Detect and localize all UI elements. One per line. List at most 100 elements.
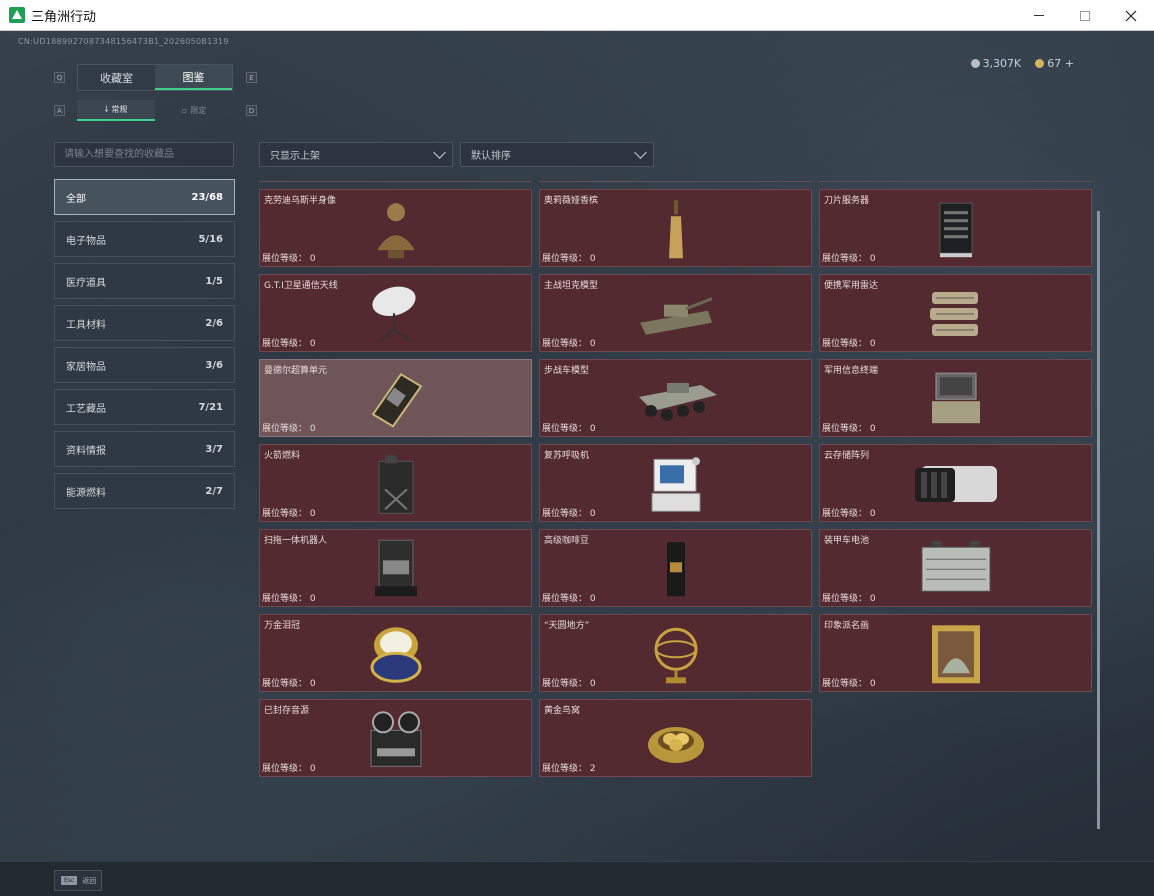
category-item[interactable]: 家居物品 3/6 [54, 347, 235, 383]
radar-icon [926, 286, 986, 346]
key-hint-sub-right: D [246, 105, 257, 116]
subtab-regular[interactable]: ⸸ 常规 [77, 100, 155, 121]
shelf-filter-dropdown[interactable]: 只显示上架 [259, 142, 453, 167]
tab-codex[interactable]: 图鉴 [155, 65, 232, 90]
item-name: 高级咖啡豆 [544, 536, 590, 546]
category-item[interactable]: 电子物品 5/16 [54, 221, 235, 257]
back-button[interactable]: Esc 返回 [54, 870, 102, 891]
collection-card[interactable]: 展位等级： 0 [819, 181, 1092, 182]
collection-card[interactable]: 印象派名画 展位等级： 0 [819, 614, 1092, 692]
category-count: 3/7 [205, 443, 223, 455]
game-viewport: CN:UD1889927087348156473B1_2026050B1319 … [0, 31, 1154, 896]
maximize-button[interactable] [1062, 0, 1108, 31]
maximize-icon [1080, 10, 1090, 21]
collection-card[interactable]: 火箭燃料 展位等级： 0 [259, 444, 532, 522]
collection-card[interactable]: 便携军用雷达 展位等级： 0 [819, 274, 1092, 352]
display-level-value: 0 [309, 424, 316, 434]
item-name: 步战车模型 [544, 366, 590, 376]
minimize-icon [1034, 15, 1044, 16]
close-button[interactable] [1108, 0, 1154, 31]
category-label: 工艺藏品 [66, 403, 106, 415]
display-level-label: 展位等级： [822, 594, 868, 604]
collection-card[interactable]: 曼德尔超算单元 展位等级： 0 [259, 359, 532, 437]
storage-array-icon [911, 456, 1001, 516]
category-list: 全部 23/68 电子物品 5/16 医疗道具 1/5 工具材料 2/6 家居物品 3/6 工艺藏品… [54, 179, 235, 515]
computing-unit-icon [363, 368, 429, 434]
sort-value: 默认排序 [471, 151, 511, 162]
display-level-value: 0 [589, 339, 596, 349]
add-gold-button[interactable]: + [1065, 57, 1074, 70]
category-item[interactable]: 医疗道具 1/5 [54, 263, 235, 299]
minimize-button[interactable] [1016, 0, 1062, 31]
champagne-icon [666, 198, 686, 264]
collection-card[interactable]: 已封存音源 展位等级： 0 [259, 699, 532, 777]
item-name: 复苏呼吸机 [544, 451, 590, 461]
gold-amount: 67 [1047, 57, 1062, 70]
collection-card[interactable]: G.T.I卫星通信天线 展位等级： 0 [259, 274, 532, 352]
category-count: 2/7 [205, 485, 223, 497]
grid-scrollbar-thumb[interactable] [1097, 211, 1100, 829]
collection-card[interactable]: 奥莉薇娅香槟 展位等级： 0 [539, 189, 812, 267]
display-level: 展位等级： 0 [542, 676, 596, 689]
display-level-value: 0 [869, 594, 876, 604]
display-level: 展位等级： 0 [822, 421, 876, 434]
display-level-value: 0 [589, 509, 596, 519]
item-name: 万金泪冠 [264, 621, 301, 631]
collection-card[interactable]: 刀片服务器 展位等级： 0 [819, 189, 1092, 267]
item-name: 扫拖一体机器人 [264, 536, 328, 546]
esc-key-hint: Esc [61, 876, 78, 885]
collection-card[interactable]: “天圆地方” 展位等级： 0 [539, 614, 812, 692]
fuel-can-icon [371, 453, 421, 519]
category-item[interactable]: 资料情报 3/7 [54, 431, 235, 467]
display-level-value: 0 [309, 254, 316, 264]
display-level-label: 展位等级： [822, 424, 868, 434]
search-input[interactable] [54, 142, 234, 167]
category-item[interactable]: 工艺藏品 7/21 [54, 389, 235, 425]
item-name: 刀片服务器 [824, 196, 870, 206]
collection-card[interactable]: 步战车模型展位等级： 0 [539, 359, 812, 437]
close-icon [1125, 10, 1137, 21]
collection-card[interactable]: 万金泪冠展位等级： 0 [259, 614, 532, 692]
display-level-label: 展位等级： [542, 679, 588, 689]
collection-card[interactable]: 克劳迪乌斯半身像 展位等级： 0 [259, 189, 532, 267]
collection-card[interactable]: 主战坦克模型 展位等级： 0 [539, 274, 812, 352]
item-name: 军用信息终端 [824, 366, 879, 376]
collection-card[interactable]: 高级咖啡豆 展位等级： 0 [539, 529, 812, 607]
collection-card[interactable]: 展位等级： 0 [259, 181, 532, 182]
item-name: “天圆地方” [544, 621, 590, 631]
collection-card[interactable]: 复苏呼吸机 展位等级： 0 [539, 444, 812, 522]
category-label: 资料情报 [66, 445, 106, 457]
robot-vacuum-icon [371, 538, 421, 604]
collection-card[interactable]: 扫拖一体机器人 展位等级： 0 [259, 529, 532, 607]
category-item[interactable]: 能源燃料 2/7 [54, 473, 235, 509]
collection-card[interactable]: liver展位等级： 0 [539, 181, 812, 182]
display-level-value: 0 [589, 424, 596, 434]
display-level: 展位等级： 0 [262, 676, 316, 689]
display-level-value: 2 [589, 764, 596, 774]
golden-nest-icon [644, 711, 708, 771]
display-level: 展位等级： 0 [262, 761, 316, 774]
subtab-limited[interactable]: ▫ 限定 [155, 100, 233, 121]
display-level-label: 展位等级： [262, 424, 308, 434]
chevron-down-icon [634, 146, 647, 159]
collection-card[interactable]: 装甲车电池 展位等级： 0 [819, 529, 1092, 607]
collection-card[interactable]: 云存储阵列 展位等级： 0 [819, 444, 1092, 522]
sort-dropdown[interactable]: 默认排序 [460, 142, 654, 167]
collection-card[interactable]: 军用信息终端 展位等级： 0 [819, 359, 1092, 437]
category-item[interactable]: 全部 23/68 [54, 179, 235, 215]
category-count: 2/6 [205, 317, 223, 329]
display-level: 展位等级： 0 [822, 591, 876, 604]
category-label: 全部 [66, 193, 86, 205]
display-level: 展位等级： 0 [822, 506, 876, 519]
subtab-limited-label: 限定 [190, 106, 207, 115]
category-count: 5/16 [198, 233, 223, 245]
tab-collection-room[interactable]: 收藏室 [78, 65, 155, 90]
display-level-label: 展位等级： [542, 764, 588, 774]
key-hint-sub-left: A [54, 105, 65, 116]
item-name: 奥莉薇娅香槟 [544, 196, 599, 206]
display-level-value: 0 [589, 594, 596, 604]
display-level: 展位等级： 0 [542, 421, 596, 434]
collection-card[interactable]: 黄金鸟窝 展位等级： 2 [539, 699, 812, 777]
category-item[interactable]: 工具材料 2/6 [54, 305, 235, 341]
display-level-label: 展位等级： [822, 509, 868, 519]
